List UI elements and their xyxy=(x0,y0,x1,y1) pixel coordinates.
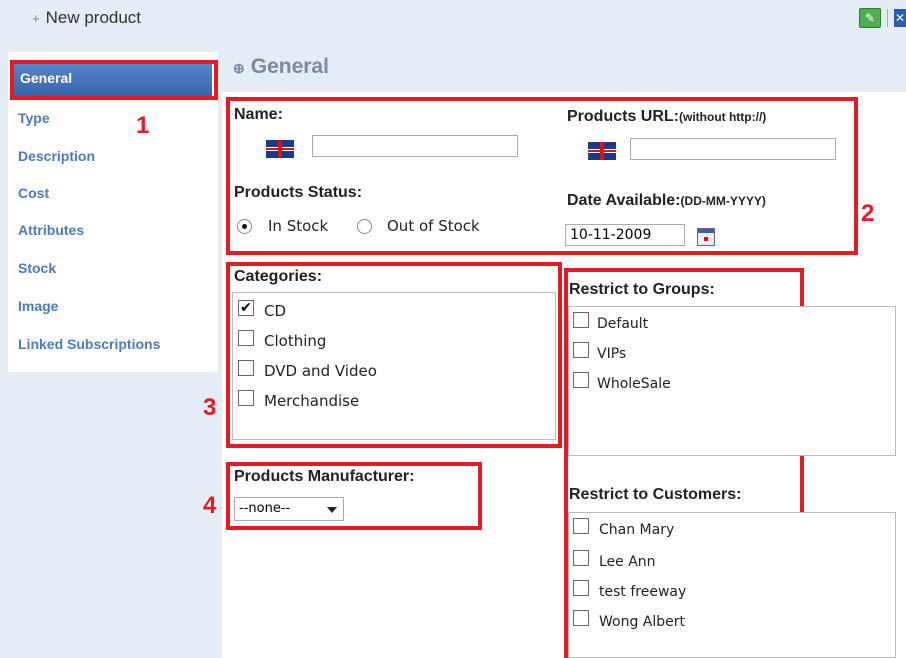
category-checkbox-cd[interactable]: ✔ xyxy=(238,300,254,316)
customer-checkbox-chan-mary[interactable] xyxy=(573,518,589,534)
products-url-input[interactable] xyxy=(630,138,836,160)
category-label: CD xyxy=(264,302,287,320)
group-checkbox-wholesale[interactable] xyxy=(573,372,589,388)
customer-label: Wong Albert xyxy=(599,614,686,630)
sidebar-item-description[interactable]: Description xyxy=(18,148,95,164)
sidebar-item-linked-subscriptions[interactable]: Linked Subscriptions xyxy=(18,336,160,352)
section-title: ⊕ General xyxy=(233,55,329,78)
toolbar-divider xyxy=(887,9,888,27)
annotation-box-1 xyxy=(10,60,218,100)
in-stock-radio[interactable] xyxy=(237,219,252,234)
sidebar-item-stock[interactable]: Stock xyxy=(18,260,56,276)
uk-flag-icon xyxy=(588,142,616,160)
calendar-icon[interactable] xyxy=(697,228,715,246)
chevron-down-icon xyxy=(327,507,337,513)
date-available-input[interactable]: 10-11-2009 xyxy=(565,224,685,246)
sidebar-item-attributes[interactable]: Attributes xyxy=(18,222,84,238)
customer-label: test freeway xyxy=(599,584,687,600)
category-checkbox-dvd-and-video[interactable] xyxy=(238,360,254,376)
category-label: Clothing xyxy=(264,332,327,350)
group-checkbox-vips[interactable] xyxy=(573,342,589,358)
page-title: + New product xyxy=(32,8,142,27)
sidebar-item-type[interactable]: Type xyxy=(18,110,50,126)
category-checkbox-merchandise[interactable] xyxy=(238,390,254,406)
out-of-stock-radio[interactable] xyxy=(357,219,372,234)
products-url-label: Products URL:(without http://) xyxy=(567,108,767,125)
customer-checkbox-test-freeway[interactable] xyxy=(573,580,589,596)
customer-label: Chan Mary xyxy=(599,522,675,538)
sidebar-item-cost[interactable]: Cost xyxy=(18,185,49,201)
restrict-groups-label: Restrict to Groups: xyxy=(569,281,715,298)
restrict-customers-label: Restrict to Customers: xyxy=(569,486,742,503)
sidebar-item-image[interactable]: Image xyxy=(18,298,58,314)
close-icon[interactable]: ✕ xyxy=(894,9,906,27)
annotation-number: 2 xyxy=(861,200,875,227)
in-stock-label: In Stock xyxy=(268,217,329,235)
customer-label: Lee Ann xyxy=(599,554,656,570)
group-label: VIPs xyxy=(597,346,627,362)
manufacturer-select[interactable]: --none-- xyxy=(234,497,344,521)
group-label: Default xyxy=(597,316,649,332)
uk-flag-icon xyxy=(266,140,294,158)
category-label: Merchandise xyxy=(264,392,360,410)
category-checkbox-clothing[interactable] xyxy=(238,330,254,346)
group-checkbox-default[interactable] xyxy=(573,312,589,328)
sidebar xyxy=(8,52,218,372)
date-available-label: Date Available:(DD-MM-YYYY) xyxy=(567,192,766,209)
name-input[interactable] xyxy=(312,135,518,157)
category-label: DVD and Video xyxy=(264,362,377,380)
top-toolbar: ✎ ✕ xyxy=(859,8,906,28)
customer-checkbox-lee-ann[interactable] xyxy=(573,550,589,566)
categories-label: Categories: xyxy=(234,268,323,285)
name-label: Name: xyxy=(234,106,283,123)
section-icon: ⊕ xyxy=(233,60,245,76)
plus-icon: + xyxy=(32,11,40,26)
group-label: WholeSale xyxy=(597,376,671,392)
annotation-number: 1 xyxy=(136,112,150,139)
products-status-label: Products Status: xyxy=(234,184,363,201)
edit-icon[interactable]: ✎ xyxy=(859,8,881,28)
customer-checkbox-wong-albert[interactable] xyxy=(573,610,589,626)
products-manufacturer-label: Products Manufacturer: xyxy=(234,468,415,485)
out-of-stock-label: Out of Stock xyxy=(387,217,480,235)
annotation-number: 4 xyxy=(203,492,217,519)
annotation-number: 3 xyxy=(203,394,217,421)
